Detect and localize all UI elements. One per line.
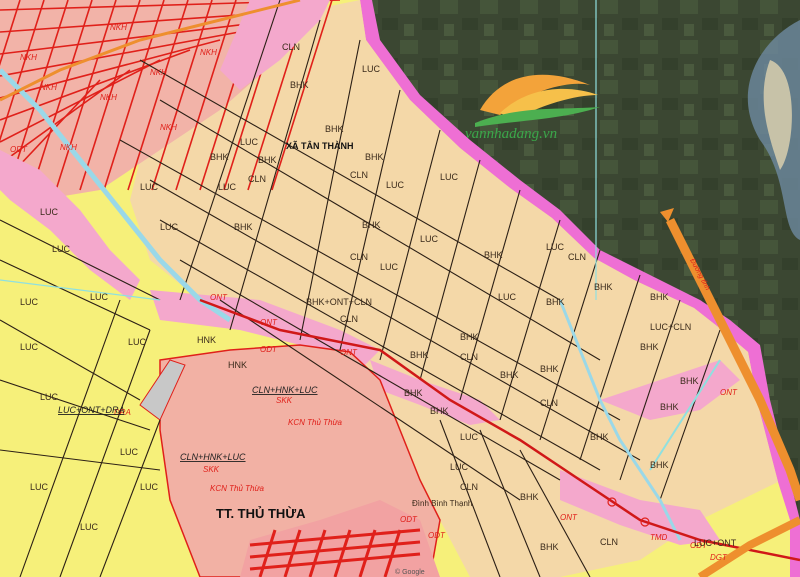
zone-label-combined: TMD	[650, 533, 668, 542]
zone-label: LUC	[52, 244, 71, 254]
zone-label: CLN	[350, 170, 368, 180]
zone-label: BHK	[680, 376, 699, 386]
zone-label: LUC	[218, 182, 237, 192]
zone-label: NKH	[20, 53, 37, 62]
zone-label: CLN	[568, 252, 586, 262]
zone-label: BHK	[258, 155, 277, 165]
zone-label: LUC	[40, 207, 59, 217]
zone-label: LUC	[386, 180, 405, 190]
zone-label: BHK	[500, 370, 519, 380]
zone-label: BHK	[540, 542, 559, 552]
zone-label: BHK	[325, 124, 344, 134]
zone-label-combined: BHK+ONT+CLN	[306, 297, 372, 307]
zone-label: CLN	[460, 352, 478, 362]
zone-label: ODT	[400, 515, 418, 524]
zone-label: LUC	[160, 222, 179, 232]
zone-label: LUC	[30, 482, 49, 492]
zone-label: NKH	[60, 143, 77, 152]
zone-label: ONT	[720, 388, 738, 397]
zone-label-combined: CLN+HNK+LUC	[252, 385, 318, 395]
zone-label: BHK	[210, 152, 229, 162]
zone-label: BHK	[640, 342, 659, 352]
zone-label: BHK	[540, 364, 559, 374]
zone-label: HNK	[197, 335, 216, 345]
zone-label: NKH	[40, 83, 57, 92]
zone-label-combined: LUC+CLN	[650, 322, 691, 332]
zone-label: BHK	[650, 292, 669, 302]
zone-label: ODT	[10, 145, 28, 154]
place-kcn-1: KCN Thủ Thừa	[288, 418, 343, 427]
zone-label: NKH	[150, 68, 167, 77]
zone-label: LUC	[450, 462, 469, 472]
zone-label: BHK	[650, 460, 669, 470]
zone-label: NKH	[110, 23, 127, 32]
zone-label: BHK	[520, 492, 539, 502]
zone-label: LUC	[420, 234, 439, 244]
zone-label: NKH	[100, 93, 117, 102]
zone-label: CLN	[282, 42, 300, 52]
zone-label: BHK	[430, 406, 449, 416]
zone-label: ODT	[260, 345, 278, 354]
zone-label: LUC	[380, 262, 399, 272]
zone-label: BHK	[594, 282, 613, 292]
zone-label: CLN	[350, 252, 368, 262]
zone-label: BHK	[660, 402, 679, 412]
zone-label: CLN	[340, 314, 358, 324]
zone-label: LUC	[20, 342, 39, 352]
zone-label: ODT	[428, 531, 446, 540]
zone-label: LUC	[440, 172, 459, 182]
land-use-map[interactable]: vannhadang.vn BHK CLN LUC BHK LUC BHK BHK BHK LU…	[0, 0, 800, 577]
zone-label-combined: CLN+HNK+LUC	[180, 452, 246, 462]
zone-label: LUC	[546, 242, 565, 252]
zone-label: BHK	[460, 332, 479, 342]
zone-label-combined: SKK	[203, 465, 220, 474]
zone-label: ONT	[340, 348, 358, 357]
zone-label: CLN	[460, 482, 478, 492]
zone-label-combined: LUC+ONT	[694, 538, 737, 548]
zone-label-combined: HNK	[228, 360, 247, 370]
zone-label: LUC	[460, 432, 479, 442]
zone-label: LUC	[140, 182, 159, 192]
zone-label: LUC	[40, 392, 59, 402]
place-tt-thu-thua: TT. THỦ THỪA	[216, 506, 306, 521]
zone-label: LUC	[498, 292, 517, 302]
place-dinh: Đình Bình Thạnh	[412, 499, 472, 508]
zone-label: BHK	[410, 350, 429, 360]
zone-label: BHK	[234, 222, 253, 232]
zone-label: CLN	[600, 537, 618, 547]
zone-label: BHK	[484, 250, 503, 260]
zone-label: BHK	[365, 152, 384, 162]
zone-label: BHK	[404, 388, 423, 398]
zone-label: NKH	[160, 123, 177, 132]
zone-label: LUC	[20, 297, 39, 307]
zone-label: LUC	[120, 447, 139, 457]
map-canvas: vannhadang.vn BHKCLNLUCBHKLUCBHKBHKBHKLU…	[0, 0, 800, 577]
zone-label: ONT	[260, 318, 278, 327]
zone-label-combined: LUC+ONT+DRA	[58, 405, 125, 415]
zone-label: ONT	[210, 293, 228, 302]
map-copyright: © Google	[395, 568, 425, 576]
zone-label: BHK	[546, 297, 565, 307]
place-kcn-2: KCN Thủ Thừa	[210, 484, 265, 493]
zone-label: CLN	[540, 398, 558, 408]
zone-label: LUC	[240, 137, 259, 147]
zone-label: LUC	[362, 64, 381, 74]
zone-label: BHK	[590, 432, 609, 442]
place-xa-tan-thanh: XÃ TÂN THÀNH	[286, 140, 354, 151]
zone-label: LUC	[128, 337, 147, 347]
zone-label: LUC	[140, 482, 159, 492]
zone-label-combined: SKK	[276, 396, 293, 405]
zone-label: DGT	[710, 553, 728, 562]
zone-label: BHK	[290, 80, 309, 90]
zone-label: NKH	[200, 48, 217, 57]
zone-label: LUC	[90, 292, 109, 302]
zone-label: BHK	[362, 220, 381, 230]
zone-label: LUC	[80, 522, 99, 532]
watermark-text: vannhadang.vn	[465, 126, 557, 142]
zone-label: ONT	[560, 513, 578, 522]
zone-label: CLN	[248, 174, 266, 184]
